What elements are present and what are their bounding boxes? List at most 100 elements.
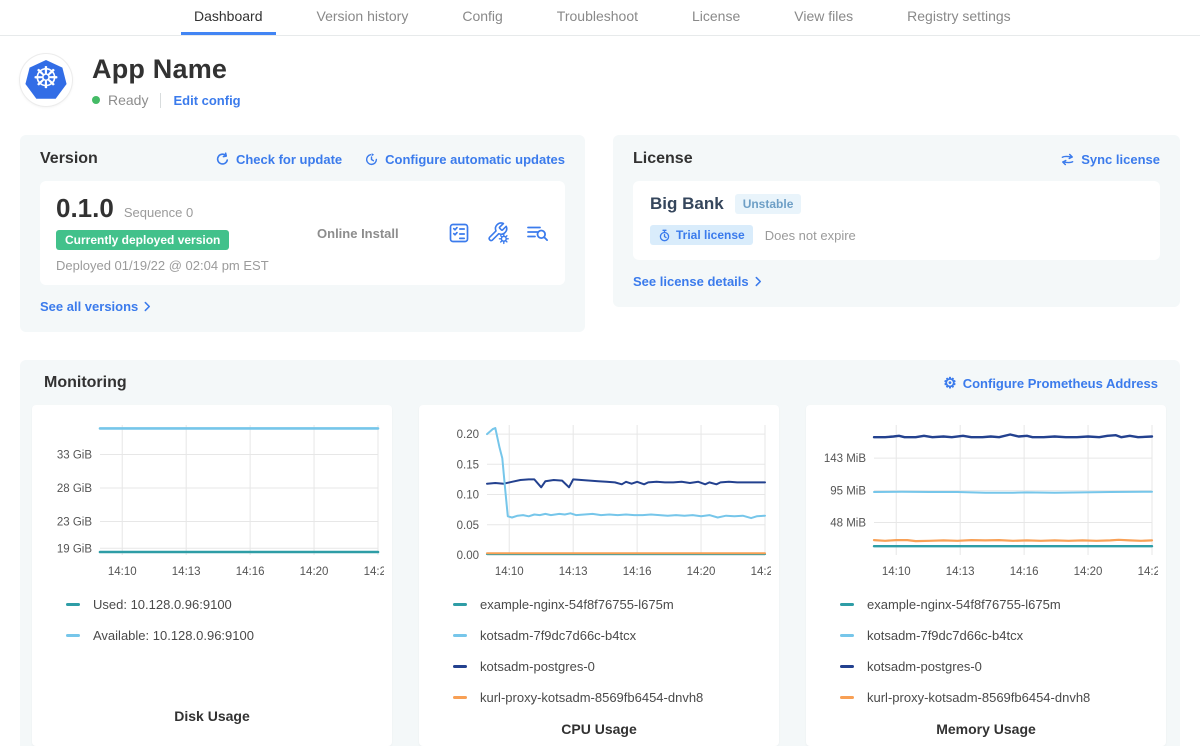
version-diff-button[interactable] [447, 221, 471, 245]
legend-label: kotsadm-7f9dc7d66c-b4tcx [867, 628, 1023, 643]
svg-text:14:16: 14:16 [1010, 566, 1039, 578]
app-header: ☸ App Name Ready Edit config [20, 36, 1180, 108]
cpu-usage-plot: 0.00 0.05 0.10 0.15 0.20 14:10 14:13 14:16 14:20… [427, 415, 771, 587]
svg-text:95 MiB: 95 MiB [830, 486, 866, 498]
helm-wheel-icon: ☸ [33, 64, 60, 94]
cpu-usage-chart-title: CPU Usage [427, 721, 771, 743]
version-configure-button[interactable] [486, 221, 510, 245]
legend-color-dash [66, 603, 80, 606]
configure-auto-updates-label: Configure automatic updates [385, 152, 565, 167]
legend-item: kotsadm-postgres-0 [453, 659, 771, 674]
monitoring-section: Monitoring ⚙ Configure Prometheus Addres… [20, 360, 1180, 746]
configure-auto-updates-link[interactable]: Configure automatic updates [364, 152, 565, 167]
legend-color-dash [453, 665, 467, 668]
chevron-right-icon [755, 276, 762, 287]
customer-name: Big Bank [650, 194, 724, 214]
edit-config-link[interactable]: Edit config [173, 93, 240, 108]
kubernetes-logo: ☸ [20, 54, 72, 106]
svg-text:0.00: 0.00 [457, 550, 479, 562]
main-content: ☸ App Name Ready Edit config Version Che… [0, 36, 1200, 746]
monitoring-title: Monitoring [44, 374, 127, 392]
tab-troubleshoot[interactable]: Troubleshoot [544, 0, 651, 35]
check-for-update-label: Check for update [236, 152, 342, 167]
svg-text:14:16: 14:16 [236, 566, 265, 578]
version-number: 0.1.0 [56, 193, 114, 224]
diff-checklist-icon [447, 221, 471, 245]
version-card: Version Check for update Configure autom… [20, 135, 585, 332]
legend-color-dash [453, 634, 467, 637]
svg-text:14:20: 14:20 [687, 566, 716, 578]
disk-usage-plot: 19 GiB23 GiB28 GiB33 GiB14:1014:1314:161… [40, 415, 384, 587]
svg-text:0.05: 0.05 [457, 520, 479, 532]
legend-color-dash [840, 634, 854, 637]
chevron-right-icon [144, 301, 151, 312]
check-for-update-link[interactable]: Check for update [215, 152, 342, 167]
schedule-update-icon [364, 152, 379, 167]
svg-text:14:13: 14:13 [172, 566, 201, 578]
deployed-badge: Currently deployed version [56, 230, 229, 250]
svg-text:14:16: 14:16 [623, 566, 652, 578]
legend-color-dash [66, 634, 80, 637]
deployed-timestamp: Deployed 01/19/22 @ 02:04 pm EST [56, 258, 269, 273]
status-dot [92, 96, 100, 104]
svg-text:14:10: 14:10 [882, 566, 911, 578]
see-all-versions-link[interactable]: See all versions [40, 299, 151, 314]
version-card-title: Version [40, 150, 98, 168]
tab-config[interactable]: Config [449, 0, 515, 35]
legend-item: kotsadm-postgres-0 [840, 659, 1158, 674]
memory-usage-legend: example-nginx-54f8f76755-l675mkotsadm-7f… [814, 597, 1158, 721]
tab-view-files[interactable]: View files [781, 0, 866, 35]
svg-text:14:20: 14:20 [300, 566, 329, 578]
logs-magnifier-icon [525, 221, 549, 245]
license-card: License Sync license Big Bank Unstable T… [613, 135, 1180, 307]
tab-dashboard[interactable]: Dashboard [181, 0, 276, 35]
sync-license-label: Sync license [1081, 152, 1160, 167]
legend-color-dash [840, 665, 854, 668]
install-type-label: Online Install [269, 226, 447, 241]
disk-usage-chart-title: Disk Usage [40, 708, 384, 730]
svg-text:14:13: 14:13 [559, 566, 588, 578]
configure-prometheus-link[interactable]: ⚙ Configure Prometheus Address [943, 376, 1158, 391]
stopwatch-icon [658, 229, 671, 242]
tab-registry-settings[interactable]: Registry settings [894, 0, 1023, 35]
memory-usage-chart-card: 48 MiB95 MiB143 MiB14:1014:1314:1614:201… [806, 405, 1166, 746]
tab-license[interactable]: License [679, 0, 753, 35]
svg-text:14:10: 14:10 [495, 566, 524, 578]
legend-label: kurl-proxy-kotsadm-8569fb6454-dnvh8 [867, 690, 1090, 705]
legend-label: kotsadm-postgres-0 [867, 659, 982, 674]
legend-item: example-nginx-54f8f76755-l675m [453, 597, 771, 612]
legend-label: Available: 10.128.0.96:9100 [93, 628, 254, 643]
legend-label: Used: 10.128.0.96:9100 [93, 597, 232, 612]
svg-text:14:20: 14:20 [1074, 566, 1103, 578]
svg-text:0.20: 0.20 [457, 429, 479, 441]
kubernetes-heptagon: ☸ [25, 60, 67, 100]
license-type-label: Trial license [676, 228, 745, 242]
see-license-details-label: See license details [633, 274, 749, 289]
legend-color-dash [453, 603, 467, 606]
current-version-row: 0.1.0 Sequence 0 Currently deployed vers… [40, 181, 565, 285]
app-title: App Name [92, 54, 241, 85]
legend-item: kurl-proxy-kotsadm-8569fb6454-dnvh8 [840, 690, 1158, 705]
svg-text:0.10: 0.10 [457, 490, 479, 502]
legend-item: kotsadm-7f9dc7d66c-b4tcx [840, 628, 1158, 643]
status-text: Ready [108, 92, 148, 108]
legend-label: example-nginx-54f8f76755-l675m [480, 597, 674, 612]
wrench-gear-icon [486, 221, 510, 245]
svg-text:19 GiB: 19 GiB [57, 543, 92, 555]
tab-version-history[interactable]: Version history [304, 0, 422, 35]
svg-text:14:10: 14:10 [108, 566, 137, 578]
svg-text:14:23: 14:23 [751, 566, 771, 578]
license-card-title: License [633, 150, 693, 168]
legend-label: kotsadm-postgres-0 [480, 659, 595, 674]
cpu-usage-legend: example-nginx-54f8f76755-l675m kotsadm-7f… [427, 597, 771, 721]
svg-text:14:13: 14:13 [946, 566, 975, 578]
sync-license-link[interactable]: Sync license [1060, 152, 1160, 167]
see-license-details-link[interactable]: See license details [633, 274, 762, 289]
svg-text:23 GiB: 23 GiB [57, 516, 92, 528]
license-type-badge: Trial license [650, 225, 753, 245]
sync-icon [1060, 152, 1075, 167]
legend-label: kotsadm-7f9dc7d66c-b4tcx [480, 628, 636, 643]
version-logs-button[interactable] [525, 221, 549, 245]
svg-text:0.15: 0.15 [457, 459, 479, 471]
top-nav: Dashboard Version history Config Trouble… [0, 0, 1200, 36]
